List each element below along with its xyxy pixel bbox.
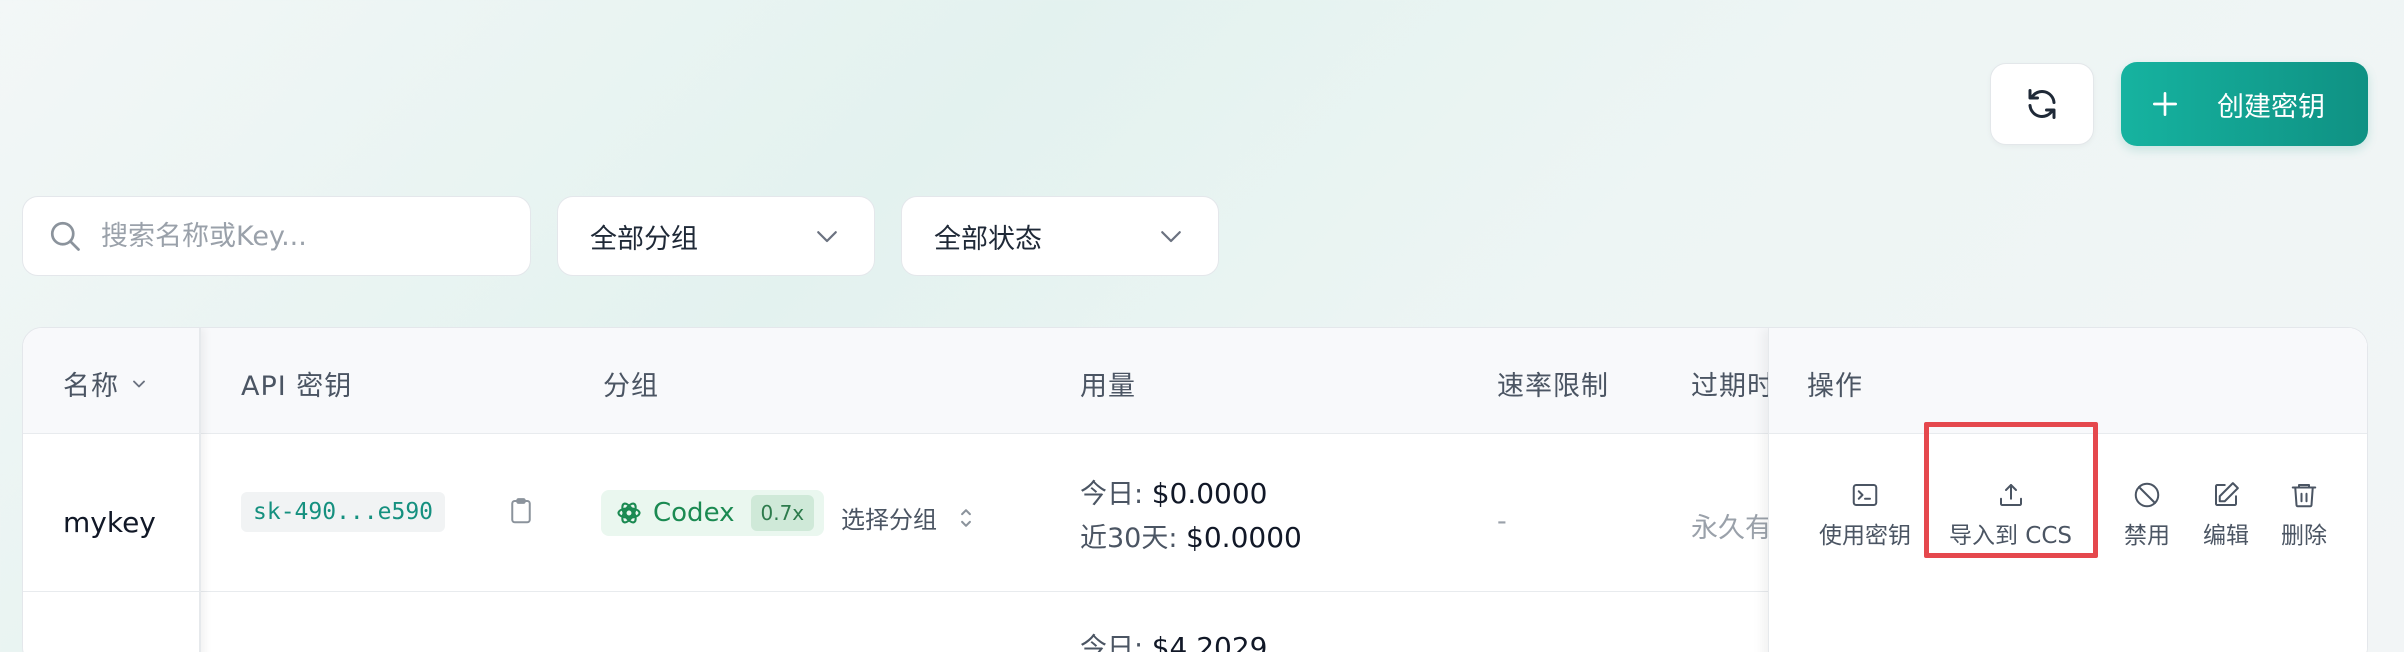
usage-today: 今日: $0.0000 <box>1080 472 1268 511</box>
search-icon <box>50 221 80 251</box>
edit-label: 编辑 <box>2203 523 2249 549</box>
use-key-label: 使用密钥 <box>1819 523 1911 549</box>
delete-button[interactable]: 删除 <box>2281 480 2327 550</box>
chevron-up-down-icon <box>961 508 971 527</box>
column-header-api-key: API 密钥 <box>241 371 353 402</box>
usage-30d-label: 近30天: <box>1080 523 1178 554</box>
edit-button[interactable]: 编辑 <box>2203 480 2249 550</box>
highlight-annotation-box <box>1924 422 2098 558</box>
group-badge: Codex 0.7x <box>601 490 825 536</box>
sort-chevron-icon <box>133 380 145 387</box>
column-header-name-label: 名称 <box>63 371 119 402</box>
search-box[interactable] <box>22 196 531 276</box>
disable-label: 禁用 <box>2124 523 2170 549</box>
column-header-expire: 过期时 <box>1691 371 1775 402</box>
usage-today-label: 今日: <box>1080 479 1144 510</box>
delete-label: 删除 <box>2281 523 2327 549</box>
refresh-button[interactable] <box>1990 63 2094 145</box>
create-key-button[interactable]: 创建密钥 <box>2121 62 2368 146</box>
usage-30d: 近30天: $0.0000 <box>1080 516 1302 555</box>
trash-icon <box>2291 484 2317 508</box>
terminal-icon <box>1852 484 1878 506</box>
group-rate-badge: 0.7x <box>750 495 815 531</box>
group-filter-select[interactable]: 全部分组 <box>557 196 875 276</box>
column-header-name[interactable]: 名称 <box>63 364 149 403</box>
create-key-label: 创建密钥 <box>2217 91 2325 123</box>
status-filter-value: 全部状态 <box>934 223 1042 255</box>
usage-today-label: 今日: <box>1080 633 1144 652</box>
chevron-down-icon <box>817 231 837 243</box>
use-key-button[interactable]: 使用密钥 <box>1819 480 1911 550</box>
column-header-rate-limit: 速率限制 <box>1497 371 1609 402</box>
usage-30d-value: $0.0000 <box>1186 521 1302 554</box>
disable-button[interactable]: 禁用 <box>2124 480 2170 550</box>
column-header-group: 分组 <box>603 371 659 402</box>
group-filter-value: 全部分组 <box>590 223 698 255</box>
row-name: mykey <box>63 506 156 539</box>
status-filter-select[interactable]: 全部状态 <box>901 196 1219 276</box>
search-input[interactable] <box>101 220 481 252</box>
group-name: Codex <box>653 498 735 528</box>
openai-logo-icon <box>617 502 641 524</box>
copy-icon[interactable] <box>506 495 536 527</box>
usage-today: 今日: $4.2029 <box>1080 626 1268 652</box>
usage-today-value: $0.0000 <box>1151 477 1268 510</box>
ban-icon <box>2134 482 2160 508</box>
chevron-down-icon <box>1161 231 1181 243</box>
group-select-label: 选择分组 <box>841 506 937 534</box>
column-header-actions: 操作 <box>1807 371 1863 402</box>
api-key-value: sk-490...e590 <box>241 492 446 532</box>
column-header-usage: 用量 <box>1080 371 1136 402</box>
expire-value: 永久有 <box>1691 513 1772 544</box>
plus-icon <box>2153 92 2177 116</box>
edit-icon <box>2215 482 2239 506</box>
refresh-icon <box>2028 89 2056 119</box>
group-select[interactable]: 选择分组 <box>841 500 975 535</box>
rate-limit-value: - <box>1497 506 1507 537</box>
usage-today-value: $4.2029 <box>1151 631 1268 652</box>
